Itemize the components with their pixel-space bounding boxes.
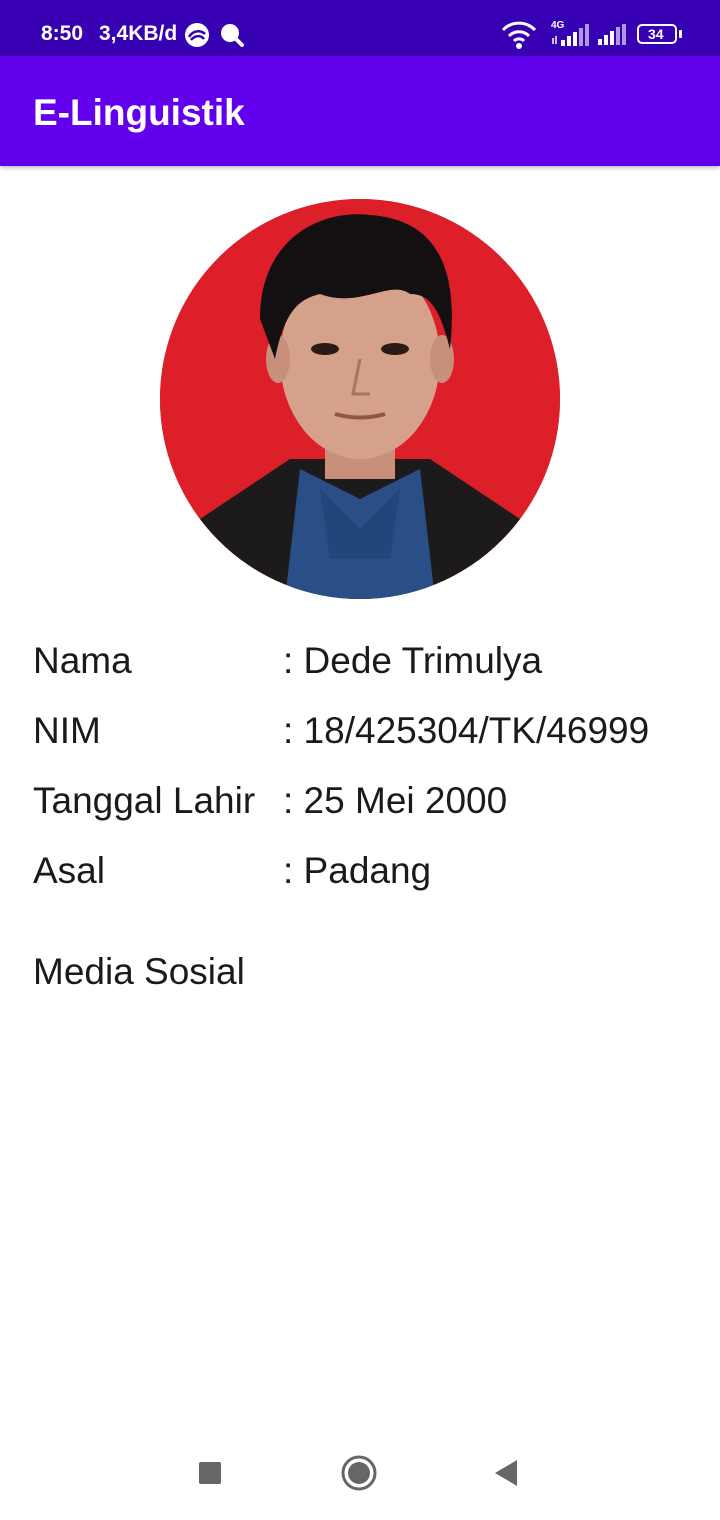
back-button[interactable] bbox=[482, 1448, 532, 1498]
home-button[interactable] bbox=[334, 1448, 384, 1498]
avatar-person-graphic bbox=[160, 199, 560, 599]
label-nim: NIM bbox=[33, 710, 101, 751]
wifi-icon bbox=[501, 21, 537, 49]
back-icon bbox=[495, 1460, 517, 1486]
battery-level: 34 bbox=[648, 26, 664, 42]
home-icon bbox=[341, 1455, 377, 1491]
status-time: 8:50 bbox=[41, 22, 84, 45]
label-asal: Asal bbox=[33, 850, 105, 891]
value-asal: : Padang bbox=[283, 850, 432, 891]
recents-icon bbox=[199, 1462, 221, 1484]
network-speed: 3,4KB/d bbox=[99, 22, 178, 45]
label-tanggal-lahir: Tanggal Lahir bbox=[33, 780, 256, 821]
app-title: E-Linguistik bbox=[33, 92, 245, 133]
value-nama: : Dede Trimulya bbox=[283, 640, 543, 681]
profile-photo bbox=[160, 199, 560, 599]
battery-icon: 34 bbox=[637, 24, 677, 44]
status-bar: 8:50 3,4KB/d 4G 34 bbox=[0, 0, 720, 56]
recents-button[interactable] bbox=[185, 1448, 235, 1498]
signal-4g-icon bbox=[552, 24, 589, 46]
social-media-title: Media Sosial bbox=[33, 951, 245, 992]
search-icon bbox=[221, 24, 244, 47]
label-nama: Nama bbox=[33, 640, 132, 681]
app-bar: E-Linguistik bbox=[0, 56, 720, 166]
battery-tip bbox=[679, 30, 682, 38]
value-tanggal-lahir: : 25 Mei 2000 bbox=[283, 780, 508, 821]
value-nim: : 18/425304/TK/46999 bbox=[283, 710, 650, 751]
vpn-icon bbox=[185, 23, 209, 47]
signal-icon bbox=[598, 24, 626, 45]
navigation-bar bbox=[0, 1430, 720, 1520]
